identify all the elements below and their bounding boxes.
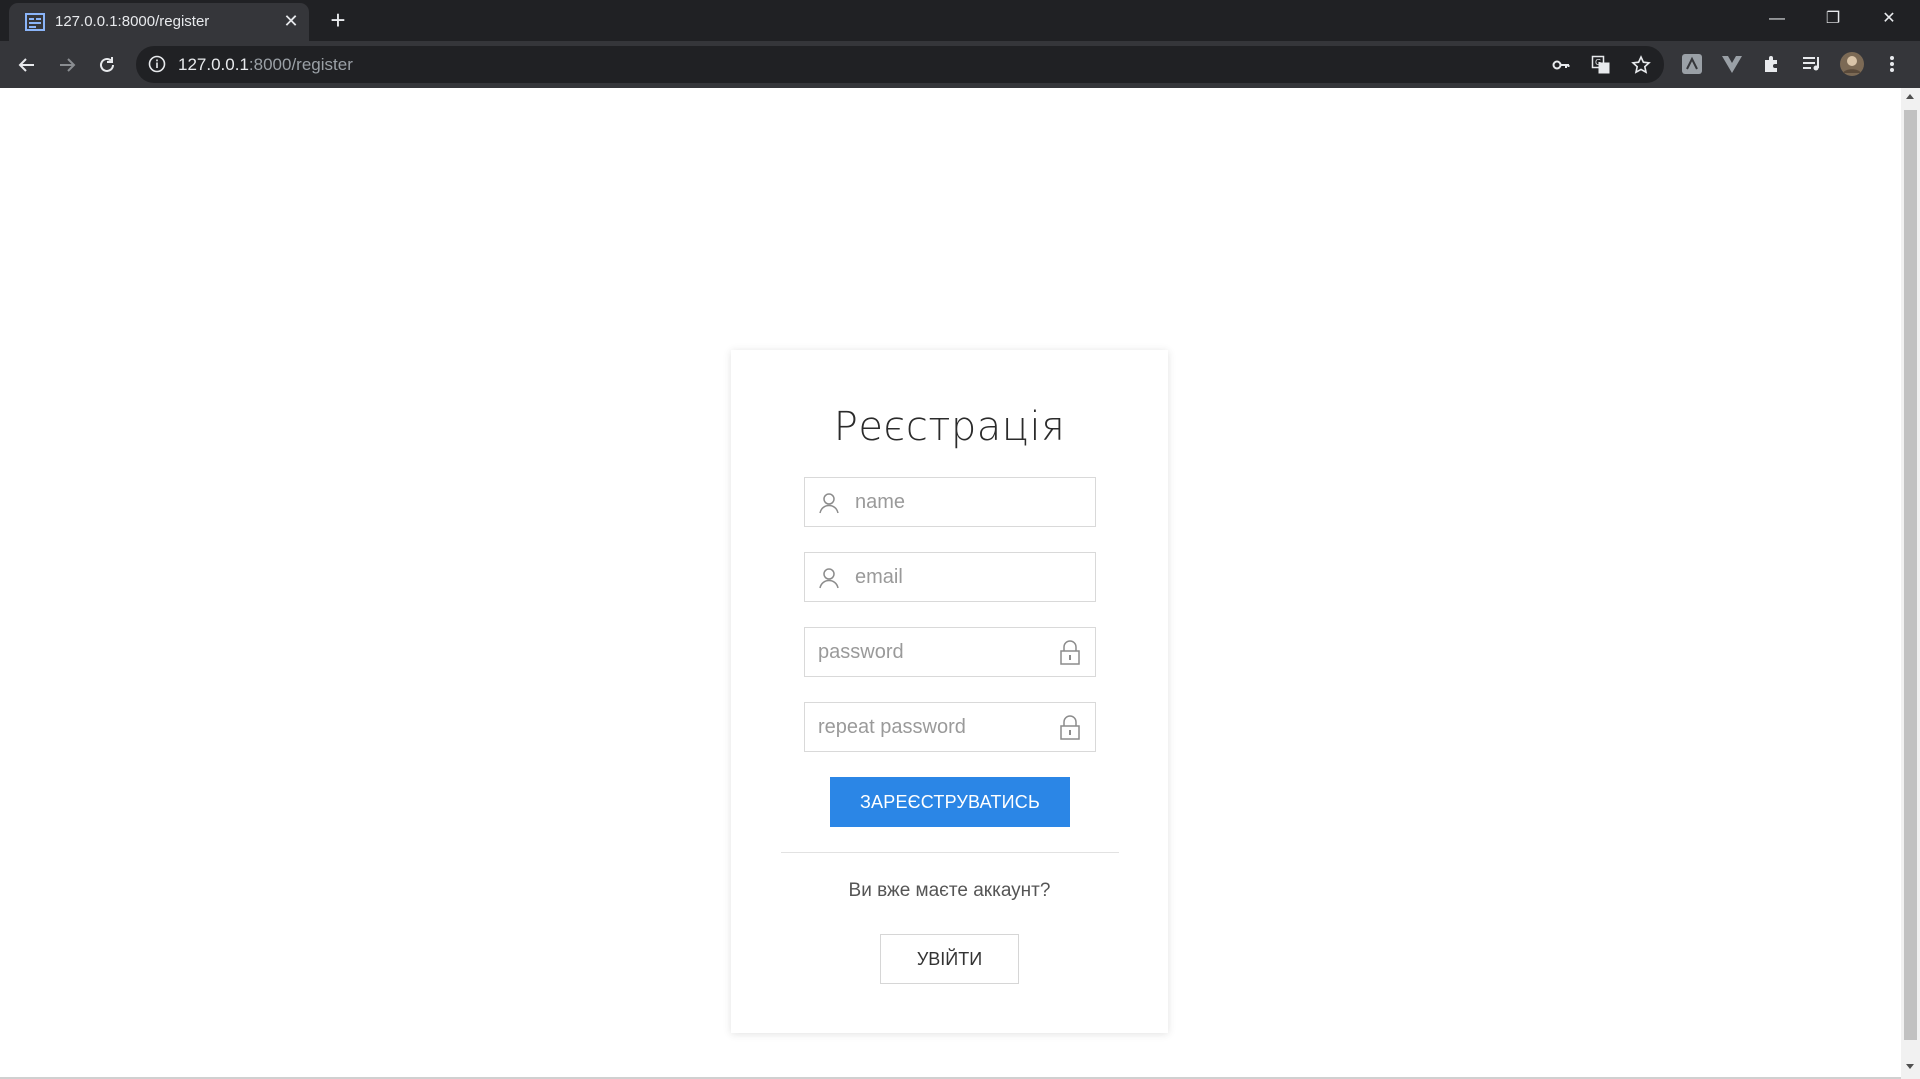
key-icon[interactable] [1550, 54, 1572, 76]
restore-icon[interactable]: ❐ [1810, 4, 1856, 34]
page-scrollbar[interactable] [1901, 88, 1920, 1079]
email-input[interactable] [855, 553, 1085, 601]
tab-close-icon[interactable]: ✕ [281, 11, 301, 31]
new-tab-icon[interactable]: + [325, 7, 351, 33]
address-bar[interactable]: 127.0.0.1:8000/register G [136, 46, 1664, 83]
url-text[interactable]: 127.0.0.1:8000/register [178, 55, 353, 75]
scroll-up-icon[interactable] [1906, 94, 1914, 99]
lock-icon [1060, 715, 1080, 740]
url-path: :8000/register [248, 55, 353, 74]
forward-icon[interactable] [52, 50, 82, 80]
svg-text:G: G [1595, 58, 1601, 67]
tab-title: 127.0.0.1:8000/register [55, 13, 210, 30]
scroll-thumb[interactable] [1904, 110, 1917, 1040]
browser-toolbar: 127.0.0.1:8000/register G [0, 41, 1920, 88]
repeat-password-field [804, 702, 1096, 752]
extension-1-icon[interactable] [1678, 50, 1706, 78]
profile-avatar[interactable] [1838, 50, 1866, 78]
repeat-password-input[interactable] [818, 703, 1048, 751]
page-favicon-icon [25, 13, 45, 31]
register-button[interactable]: ЗАРЕЄСТРУВАТИСЬ [830, 777, 1070, 827]
register-card: Реєстрація name email ЗАРЕЄСТРУВАТИСЬ Ви… [731, 350, 1168, 1033]
minimize-icon[interactable]: — [1754, 4, 1800, 34]
url-host: 127.0.0.1 [178, 55, 249, 74]
login-button[interactable]: УВІЙТИ [880, 934, 1019, 984]
active-tab[interactable]: 127.0.0.1:8000/register ✕ [9, 3, 309, 41]
email-field [804, 552, 1096, 602]
user-icon [819, 568, 839, 589]
tab-strip: 127.0.0.1:8000/register ✕ + — ❐ ✕ [0, 0, 1920, 41]
name-input[interactable] [855, 478, 1085, 526]
vue-devtools-icon[interactable] [1718, 50, 1746, 78]
user-icon [819, 493, 839, 514]
translate-icon[interactable]: G [1590, 54, 1612, 76]
name-field [804, 477, 1096, 527]
password-field [804, 627, 1096, 677]
divider [781, 852, 1119, 853]
have-account-text: Ви вже маєте аккаунт? [848, 880, 1051, 901]
close-window-icon[interactable]: ✕ [1866, 4, 1912, 34]
star-icon[interactable] [1630, 54, 1652, 76]
puzzle-icon[interactable] [1758, 50, 1786, 78]
scroll-down-icon[interactable] [1906, 1064, 1914, 1069]
lock-icon [1060, 640, 1080, 665]
back-icon[interactable] [12, 50, 42, 80]
more-menu-icon[interactable] [1878, 50, 1906, 78]
password-input[interactable] [818, 628, 1048, 676]
media-icon[interactable] [1798, 50, 1826, 78]
site-info-icon[interactable] [148, 55, 166, 73]
page-title: Реєстрація [833, 404, 1066, 450]
page-viewport: Реєстрація name email ЗАРЕЄСТРУВАТИСЬ Ви… [0, 88, 1901, 1079]
reload-icon[interactable] [92, 50, 122, 80]
browser-chrome: 127.0.0.1:8000/register ✕ + — ❐ ✕ 127.0.… [0, 0, 1920, 88]
